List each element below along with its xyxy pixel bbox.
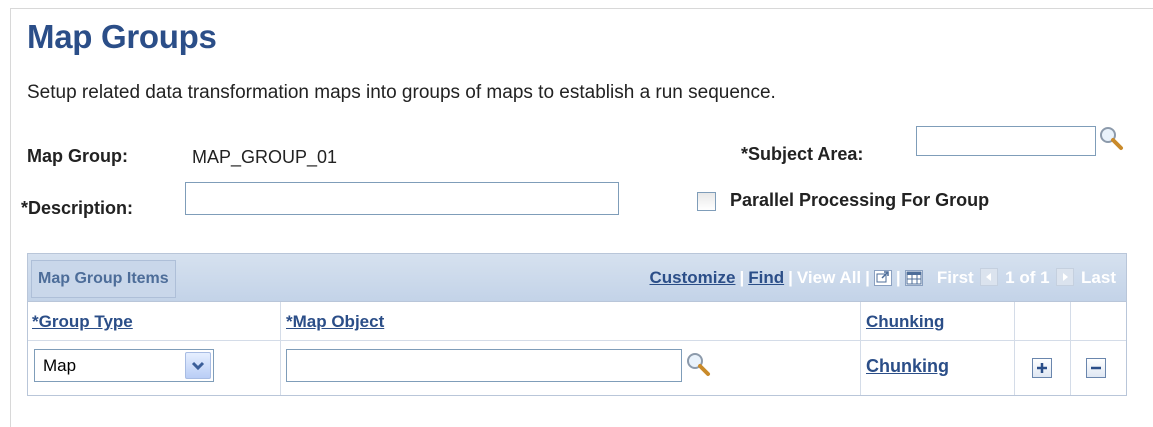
map-object-lookup-icon[interactable]: [685, 351, 711, 377]
plus-icon: [1037, 363, 1047, 373]
delete-row-button[interactable]: [1086, 358, 1106, 378]
col-divider: [280, 302, 281, 395]
group-type-select[interactable]: Map: [34, 349, 214, 382]
grid-navigation: Customize | Find | View All | | First 1 of 1 L…: [649, 268, 1116, 287]
subject-area-input[interactable]: [916, 126, 1096, 156]
minus-icon: [1091, 366, 1101, 370]
view-all-link[interactable]: View All: [797, 268, 861, 287]
group-type-value: Map: [43, 356, 77, 375]
header-row-divider: [28, 340, 1126, 341]
parallel-processing-checkbox[interactable]: [697, 192, 716, 211]
map-group-items-grid: Map Group Items Customize | Find | View All |…: [27, 253, 1127, 396]
description-input[interactable]: [185, 182, 619, 215]
page-instructions: Setup related data transformation maps i…: [27, 82, 776, 103]
spreadsheet-icon[interactable]: [904, 270, 923, 286]
row-count: 1 of 1: [1005, 268, 1050, 287]
find-link[interactable]: Find: [748, 268, 784, 287]
next-arrow-icon[interactable]: [1056, 268, 1075, 286]
new-window-icon[interactable]: [873, 270, 892, 286]
column-header-group-type[interactable]: *Group Type: [32, 312, 133, 332]
col-divider: [1014, 302, 1015, 395]
col-divider: [860, 302, 861, 395]
first-label: First: [936, 268, 974, 287]
column-header-chunking[interactable]: Chunking: [866, 312, 944, 332]
parallel-processing-label: Parallel Processing For Group: [730, 190, 990, 210]
page-title: Map Groups: [27, 18, 217, 55]
map-object-input[interactable]: [286, 349, 682, 382]
grid-title: Map Group Items: [31, 260, 176, 298]
subject-area-label: *Subject Area:: [741, 144, 864, 164]
chunking-link[interactable]: Chunking: [866, 356, 949, 377]
customize-link[interactable]: Customize: [650, 268, 736, 287]
frame-left-border: [10, 8, 11, 427]
subject-area-lookup-icon[interactable]: [1098, 125, 1124, 151]
description-label: *Description:: [21, 198, 134, 218]
map-group-label: Map Group:: [27, 146, 128, 166]
chevron-down-icon[interactable]: [185, 352, 211, 379]
add-row-button[interactable]: [1032, 358, 1052, 378]
col-divider: [1070, 302, 1071, 395]
last-label: Last: [1081, 268, 1116, 287]
map-group-value: MAP_GROUP_01: [192, 147, 338, 167]
frame-top-border: [10, 8, 1153, 9]
previous-arrow-icon[interactable]: [980, 268, 999, 286]
column-header-map-object[interactable]: *Map Object: [286, 312, 384, 332]
grid-header: Map Group Items Customize | Find | View All |…: [28, 254, 1126, 302]
